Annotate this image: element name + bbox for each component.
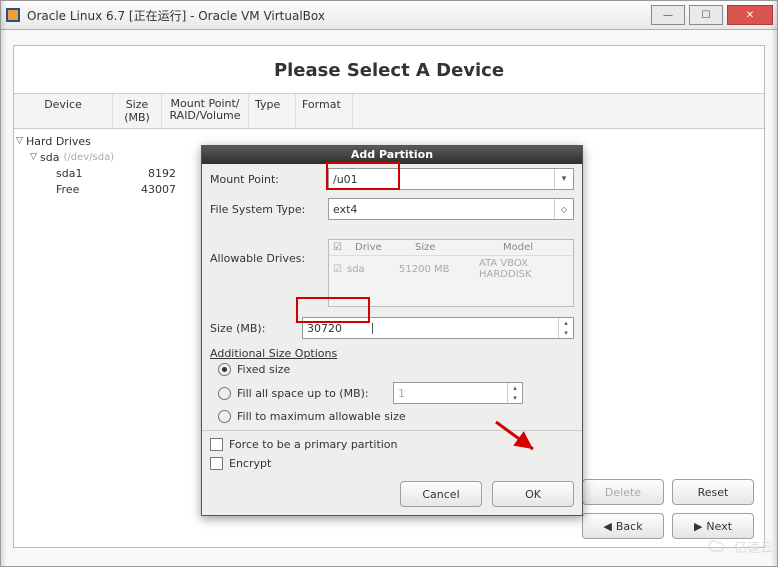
window-titlebar: Oracle Linux 6.7 [正在运行] - Oracle VM Virt…: [1, 1, 777, 30]
size-input[interactable]: 30720 ▴▾: [302, 317, 574, 339]
radio-fixed-size[interactable]: Fixed size: [202, 360, 582, 379]
radio-icon[interactable]: [218, 363, 231, 376]
expand-icon[interactable]: ▽: [16, 136, 26, 146]
maximize-button[interactable]: ☐: [689, 5, 723, 25]
col-format: Format: [296, 94, 353, 128]
device-table-header: Device Size (MB) Mount Point/ RAID/Volum…: [14, 93, 764, 129]
nav-bar: ◀ Back ▶ Next: [582, 513, 754, 539]
fs-type-label: File System Type:: [210, 203, 328, 216]
close-button[interactable]: ✕: [727, 5, 773, 25]
col-type: Type: [249, 94, 296, 128]
add-partition-dialog: Add Partition Mount Point: /u01 ▾ File S…: [201, 145, 583, 516]
radio-icon[interactable]: [218, 387, 231, 400]
chevron-down-icon[interactable]: ▾: [554, 169, 573, 189]
updown-icon[interactable]: ◇: [554, 199, 573, 219]
size-value: 30720: [307, 322, 373, 335]
cancel-button[interactable]: Cancel: [400, 481, 482, 507]
back-button[interactable]: ◀ Back: [582, 513, 664, 539]
radio-fill-max[interactable]: Fill to maximum allowable size: [202, 407, 582, 426]
size-label: Size (MB):: [210, 322, 302, 335]
encrypt-checkbox[interactable]: Encrypt: [202, 454, 582, 473]
mount-point-combo[interactable]: /u01 ▾: [328, 168, 574, 190]
col-mount: Mount Point/ RAID/Volume: [162, 94, 249, 128]
minimize-button[interactable]: —: [651, 5, 685, 25]
additional-size-label: Additional Size Options: [202, 343, 582, 360]
drives-header: ☑ Drive Size Model: [329, 240, 573, 256]
arrow-right-icon: ▶: [694, 520, 702, 533]
size-spinner[interactable]: ▴▾: [558, 318, 573, 338]
watermark: 亿速云: [708, 537, 773, 556]
checkbox-icon[interactable]: [210, 438, 223, 451]
drive-checkbox[interactable]: ☑: [333, 264, 347, 275]
fs-type-value: ext4: [333, 203, 357, 216]
col-size: Size (MB): [113, 94, 162, 128]
virtualbox-window: Oracle Linux 6.7 [正在运行] - Oracle VM Virt…: [0, 0, 778, 567]
drive-row[interactable]: ☑ sda 51200 MB ATA VBOX HARDDISK: [329, 256, 573, 282]
virtualbox-icon: [5, 7, 21, 23]
dialog-title: Add Partition: [202, 146, 582, 164]
radio-icon[interactable]: [218, 410, 231, 423]
ok-button[interactable]: OK: [492, 481, 574, 507]
mount-point-label: Mount Point:: [210, 173, 328, 186]
radio-fill-up[interactable]: Fill all space up to (MB): 1 ▴▾: [202, 379, 582, 407]
allowable-drives-list[interactable]: ☑ Drive Size Model ☑ sda 51200 MB ATA VB…: [328, 239, 574, 307]
col-device: Device: [14, 94, 113, 128]
drives-label: Allowable Drives:: [210, 228, 328, 265]
arrow-left-icon: ◀: [603, 520, 611, 533]
next-button[interactable]: ▶ Next: [672, 513, 754, 539]
checkbox-icon[interactable]: [210, 457, 223, 470]
fs-type-combo[interactable]: ext4 ◇: [328, 198, 574, 220]
force-primary-checkbox[interactable]: Force to be a primary partition: [202, 435, 582, 454]
delete-button: Delete: [582, 479, 664, 505]
window-title: Oracle Linux 6.7 [正在运行] - Oracle VM Virt…: [27, 7, 647, 24]
page-title: Please Select A Device: [14, 46, 764, 93]
expand-icon[interactable]: ▽: [30, 152, 40, 162]
reset-button[interactable]: Reset: [672, 479, 754, 505]
fill-up-input: 1 ▴▾: [393, 382, 523, 404]
mount-point-value: /u01: [333, 173, 358, 186]
